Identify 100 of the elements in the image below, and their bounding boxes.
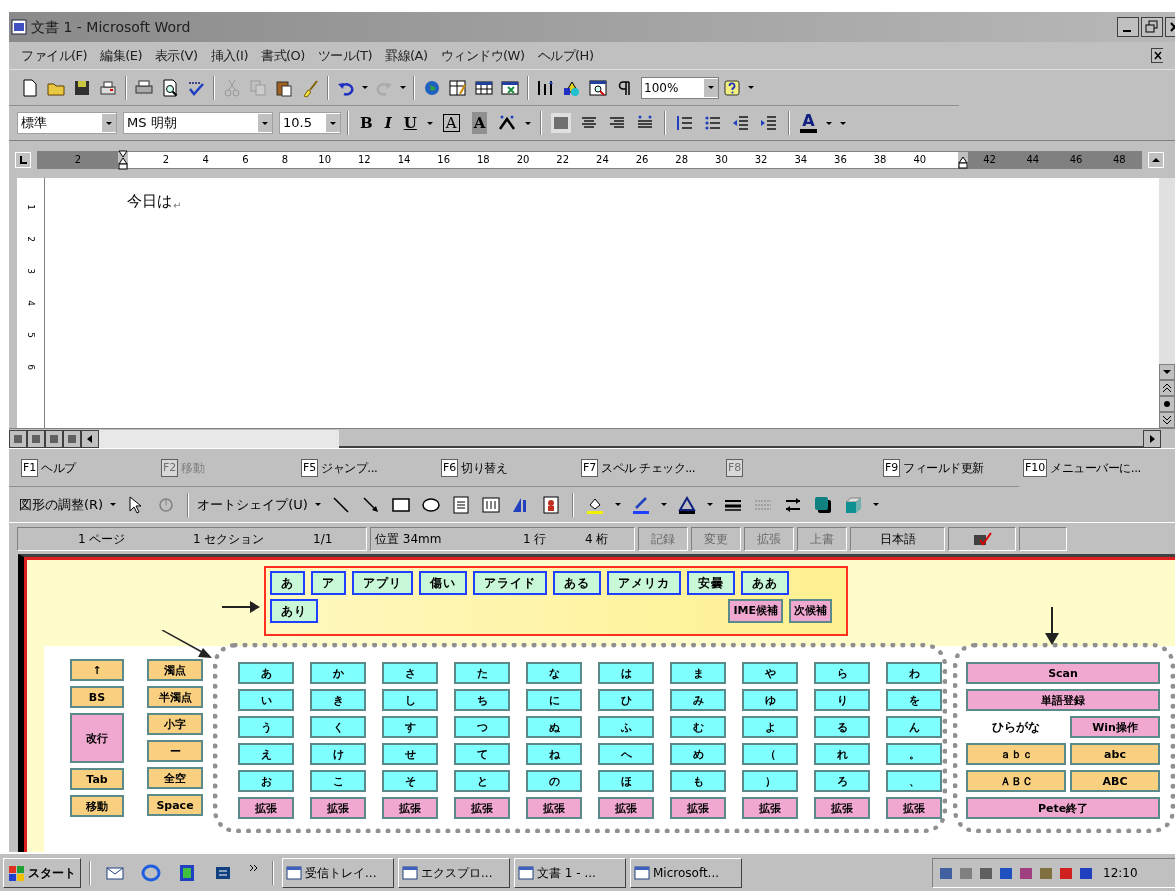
key[interactable]: す [382, 716, 438, 738]
caret-icon[interactable] [330, 121, 336, 125]
key[interactable]: 単語登録 [966, 689, 1160, 711]
normal-view-icon[interactable] [9, 429, 27, 448]
taskbar-button[interactable]: Microsoft... [630, 857, 742, 888]
key[interactable]: ゆ [742, 689, 798, 711]
caret-icon[interactable] [400, 86, 406, 89]
caret-icon[interactable] [660, 503, 667, 506]
key[interactable]: う [238, 716, 294, 738]
key[interactable]: ふ [598, 716, 654, 738]
key[interactable]: ほ [598, 770, 654, 792]
menu-item[interactable]: 編集(E) [100, 45, 142, 66]
candidate-button[interactable]: 安曇 [687, 571, 735, 595]
next-page-icon[interactable] [1159, 412, 1175, 428]
key[interactable]: さ [382, 662, 438, 684]
taskbar-button[interactable]: 文書 1 - ... [514, 857, 626, 888]
web-layout-icon[interactable] [27, 429, 45, 448]
previous-page-icon[interactable] [1159, 380, 1175, 396]
key[interactable]: 拡張 [886, 797, 942, 819]
key[interactable]: て [454, 743, 510, 765]
key[interactable]: Pete終了 [966, 797, 1160, 819]
candidate-button[interactable]: アライド [473, 571, 547, 595]
key[interactable]: ぬ [526, 716, 582, 738]
function-key-button[interactable]: F10 メニューバーに... [1023, 458, 1163, 477]
caret-icon[interactable] [262, 121, 268, 125]
candidate-button[interactable]: 傷い [419, 571, 467, 595]
key[interactable]: そ [382, 770, 438, 792]
help-icon[interactable] [722, 77, 742, 98]
key[interactable]: Win操作 [1070, 716, 1160, 738]
key[interactable]: た [454, 662, 510, 684]
key[interactable]: 小字 [147, 713, 203, 735]
caret-icon[interactable] [614, 503, 621, 506]
browse-object-icon[interactable] [1159, 396, 1175, 412]
caret-icon[interactable] [106, 121, 112, 125]
taskbar-button[interactable]: 受信トレイ... [282, 857, 394, 888]
key[interactable]: （ [742, 743, 798, 765]
key[interactable]: あ [238, 662, 294, 684]
clip-art-icon[interactable] [540, 494, 561, 515]
line-icon[interactable] [330, 494, 351, 515]
key[interactable]: 半濁点 [147, 686, 203, 708]
menu-item[interactable]: 挿入(I) [210, 45, 248, 66]
key[interactable]: り [814, 689, 870, 711]
caret-icon[interactable] [314, 503, 321, 506]
menu-item[interactable]: 表示(V) [155, 45, 198, 66]
menu-item[interactable]: 書式(O) [261, 45, 305, 66]
key[interactable]: ａｂｃ [966, 743, 1066, 765]
key[interactable]: 拡張 [598, 797, 654, 819]
key[interactable]: ） [742, 770, 798, 792]
key[interactable]: 拡張 [742, 797, 798, 819]
candidate-button[interactable]: あ [270, 571, 305, 595]
caret-icon[interactable] [748, 86, 754, 89]
candidate-button[interactable]: あり [270, 599, 318, 623]
menu-item[interactable]: ヘルプ(H) [537, 45, 594, 66]
scroll-thumb[interactable] [99, 429, 339, 448]
menu-item[interactable]: ウィンドウ(W) [440, 45, 525, 66]
key[interactable]: 全空 [147, 767, 203, 789]
close-icon[interactable] [1151, 48, 1163, 63]
key[interactable]: お [238, 770, 294, 792]
key[interactable]: 拡張 [454, 797, 510, 819]
autoshapes-menu[interactable]: オートシェイプ(U) [197, 494, 308, 515]
align-justify-icon[interactable] [551, 113, 572, 133]
minimize-icon[interactable] [1117, 17, 1139, 37]
function-key-button[interactable]: F6 切り替え [441, 458, 581, 477]
key[interactable]: ま [670, 662, 726, 684]
key[interactable]: Scan [966, 662, 1160, 684]
candidate-button[interactable]: アプリ [352, 571, 413, 595]
key[interactable]: せ [382, 743, 438, 765]
outline-view-icon[interactable] [63, 429, 81, 448]
key[interactable]: れ [814, 743, 870, 765]
scroll-up-icon[interactable] [1148, 151, 1164, 168]
function-key-button[interactable]: F5 ジャンプ... [301, 458, 441, 477]
key[interactable]: よ [742, 716, 798, 738]
key[interactable]: こ [310, 770, 366, 792]
key[interactable]: 拡張 [670, 797, 726, 819]
key[interactable]: abc [1070, 743, 1160, 765]
key[interactable]: 。 [886, 743, 942, 765]
key[interactable]: も [670, 770, 726, 792]
character-shading-button[interactable]: A [471, 111, 488, 135]
document-map-icon[interactable] [588, 77, 608, 98]
key[interactable]: 拡張 [310, 797, 366, 819]
vertical-scrollbar[interactable] [1159, 178, 1175, 428]
key[interactable]: む [670, 716, 726, 738]
candidate-button[interactable]: ア [311, 571, 346, 595]
function-key-button[interactable]: F1 ヘルプ [21, 458, 161, 477]
caret-icon[interactable] [110, 503, 117, 506]
key[interactable]: き [310, 689, 366, 711]
scroll-down-icon[interactable] [1159, 364, 1175, 380]
key[interactable]: る [814, 716, 870, 738]
candidate-button[interactable]: アメリカ [607, 571, 681, 595]
key[interactable]: く [310, 716, 366, 738]
caret-icon[interactable] [706, 503, 713, 506]
key[interactable]: 拡張 [238, 797, 294, 819]
font-color-icon[interactable] [676, 494, 697, 515]
key[interactable]: ら [814, 662, 870, 684]
style-field[interactable]: 標準 [17, 112, 117, 134]
key[interactable]: BS [70, 686, 124, 708]
scroll-left-icon[interactable] [81, 429, 99, 448]
key[interactable]: つ [454, 716, 510, 738]
key[interactable]: や [742, 662, 798, 684]
key[interactable]: わ [886, 662, 942, 684]
